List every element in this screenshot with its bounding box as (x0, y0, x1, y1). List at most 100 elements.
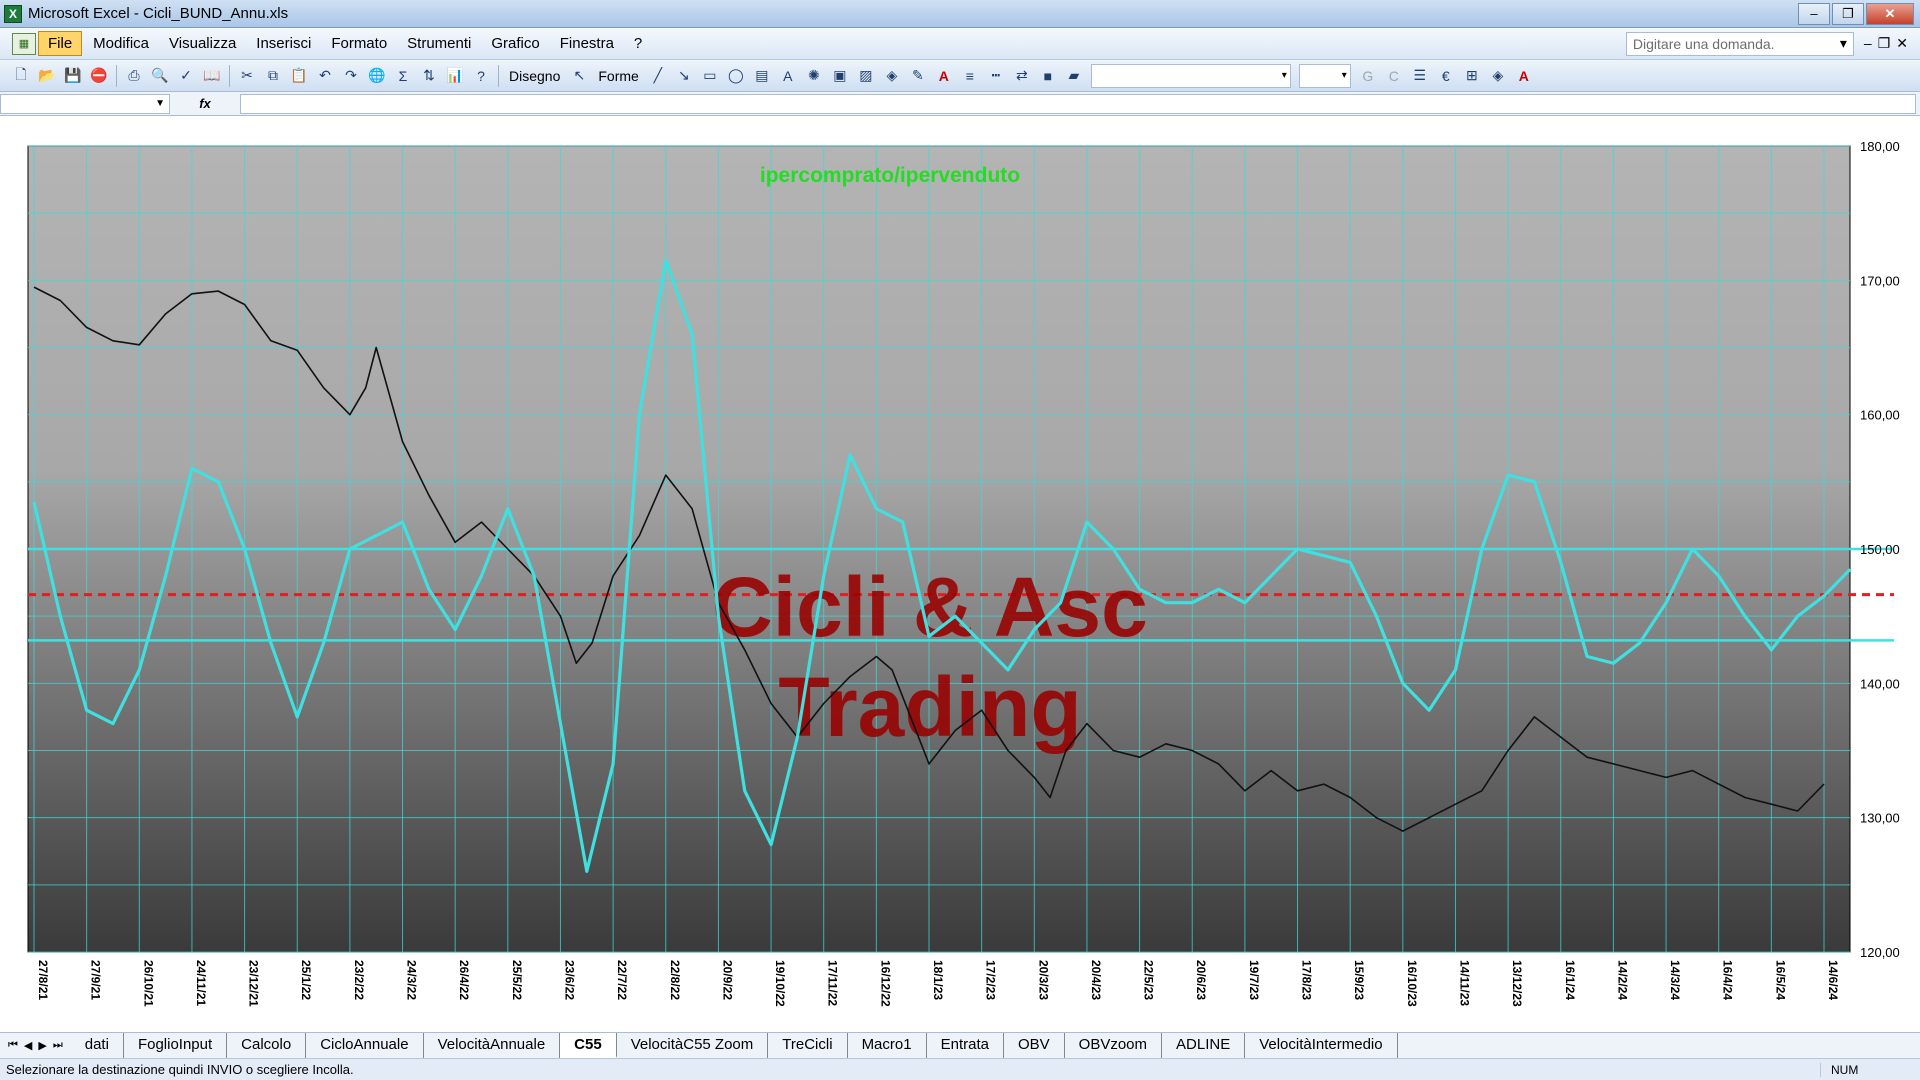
sheet-tab-0[interactable]: dati (71, 1033, 124, 1058)
italic-icon[interactable]: C (1383, 65, 1405, 87)
oval-icon[interactable]: ◯ (725, 65, 747, 87)
x-tick-label: 15/9/23 (1352, 960, 1366, 1000)
sheet-tab-7[interactable]: TreCicli (768, 1033, 848, 1058)
maximize-button[interactable]: ❐ (1832, 2, 1864, 25)
fx-icon[interactable]: fx (170, 96, 240, 111)
menu-file[interactable]: File (38, 31, 83, 56)
doc-close-icon[interactable]: ✕ (1896, 35, 1908, 52)
name-box[interactable]: ▼ (0, 93, 170, 114)
borders-icon[interactable]: ⊞ (1461, 65, 1483, 87)
autosum-icon[interactable]: Σ (392, 65, 414, 87)
diagram-icon[interactable]: ✺ (803, 65, 825, 87)
sheet-tab-4[interactable]: VelocitàAnnuale (424, 1033, 561, 1058)
spelling-icon[interactable]: ✓ (175, 65, 197, 87)
sort-icon[interactable]: ⇅ (418, 65, 440, 87)
doc-minimize-icon[interactable]: – (1864, 35, 1872, 52)
line-color-icon[interactable]: ✎ (907, 65, 929, 87)
x-tick-label: 20/6/23 (1194, 960, 1208, 1000)
formula-bar: ▼ fx (0, 92, 1920, 116)
sheet-tab-3[interactable]: CicloAnnuale (306, 1033, 424, 1058)
copy-icon[interactable]: ⧉ (262, 65, 284, 87)
standard-toolbar: 🗋 📂 💾 ⛔ ⎙ 🔍 ✓ 📖 ✂ ⧉ 📋 ↶ ↷ 🌐 Σ ⇅ 📊 ? Dise… (0, 60, 1920, 92)
sheet-tab-2[interactable]: Calcolo (227, 1033, 307, 1058)
picture-icon[interactable]: ▨ (855, 65, 877, 87)
print-preview-icon[interactable]: 🔍 (149, 65, 171, 87)
title-bar: X Microsoft Excel - Cicli_BUND_Annu.xls … (0, 0, 1920, 28)
euro-icon[interactable]: € (1435, 65, 1457, 87)
open-icon[interactable]: 📂 (36, 65, 58, 87)
menu-grafico[interactable]: Grafico (482, 32, 548, 55)
shadow-icon[interactable]: ■ (1037, 65, 1059, 87)
menu-visualizza[interactable]: Visualizza (160, 32, 245, 55)
sheet-tab-9[interactable]: Entrata (927, 1033, 1004, 1058)
menu-inserisci[interactable]: Inserisci (247, 32, 320, 55)
sheet-tab-11[interactable]: OBVzoom (1065, 1033, 1163, 1058)
help-icon[interactable]: ? (470, 65, 492, 87)
dash-style-icon[interactable]: ┅ (985, 65, 1007, 87)
new-icon[interactable]: 🗋 (10, 65, 32, 87)
font-size-combo[interactable]: ▾ (1298, 63, 1351, 88)
workbook-icon[interactable]: ▦ (12, 32, 36, 55)
cut-icon[interactable]: ✂ (236, 65, 258, 87)
y-axis: 120,00 130,00 140,00 150,00 160,00 170,00 180,… (1860, 139, 1900, 960)
undo-icon[interactable]: ↶ (314, 65, 336, 87)
sheet-tab-8[interactable]: Macro1 (848, 1033, 927, 1058)
x-tick-label: 22/7/22 (615, 960, 629, 1000)
next-sheet-icon[interactable]: ▶ (38, 1039, 46, 1052)
watermark-line-2: Trading (778, 660, 1081, 754)
sheet-tab-13[interactable]: VelocitàIntermedio (1245, 1033, 1398, 1058)
select-arrow-icon[interactable]: ↖ (568, 65, 590, 87)
line-icon[interactable]: ╱ (647, 65, 669, 87)
sheet-tab-1[interactable]: FoglioInput (124, 1033, 228, 1058)
excel-icon: X (4, 4, 22, 23)
menu-strumenti[interactable]: Strumenti (398, 32, 480, 55)
x-tick-label: 20/3/23 (1036, 960, 1050, 1000)
wordart-icon[interactable]: A (777, 65, 799, 87)
formula-input[interactable] (240, 93, 1916, 114)
minimize-button[interactable]: – (1798, 2, 1830, 25)
font-color-2-icon[interactable]: A (1513, 65, 1535, 87)
hyperlink-icon[interactable]: 🌐 (366, 65, 388, 87)
3d-icon[interactable]: ▰ (1063, 65, 1085, 87)
paste-icon[interactable]: 📋 (288, 65, 310, 87)
sheet-tab-10[interactable]: OBV (1004, 1033, 1065, 1058)
ask-question-input[interactable]: Digitare una domanda. ▾ (1625, 31, 1854, 56)
sheet-tab-12[interactable]: ADLINE (1162, 1033, 1246, 1058)
permission-icon[interactable]: ⛔ (88, 65, 110, 87)
fill-icon[interactable]: ◈ (1487, 65, 1509, 87)
font-color-icon[interactable]: A (933, 65, 955, 87)
x-tick-label: 19/10/22 (773, 960, 787, 1007)
rectangle-icon[interactable]: ▭ (699, 65, 721, 87)
chart-wizard-icon[interactable]: 📊 (444, 65, 466, 87)
textbox-icon[interactable]: ▤ (751, 65, 773, 87)
sheet-tab-5[interactable]: C55 (560, 1033, 617, 1058)
fill-color-icon[interactable]: ◈ (881, 65, 903, 87)
redo-icon[interactable]: ↷ (340, 65, 362, 87)
bold-icon[interactable]: G (1357, 65, 1379, 87)
research-icon[interactable]: 📖 (201, 65, 223, 87)
menu-help[interactable]: ? (625, 32, 651, 55)
menu-formato[interactable]: Formato (322, 32, 396, 55)
menu-modifica[interactable]: Modifica (84, 32, 158, 55)
x-tick-label: 23/12/21 (247, 960, 261, 1007)
line-style-icon[interactable]: ≡ (959, 65, 981, 87)
chevron-down-icon: ▼ (155, 98, 165, 109)
clipart-icon[interactable]: ▣ (829, 65, 851, 87)
arrow-icon[interactable]: ↘ (673, 65, 695, 87)
print-icon[interactable]: ⎙ (123, 65, 145, 87)
save-icon[interactable]: 💾 (62, 65, 84, 87)
arrow-style-icon[interactable]: ⇄ (1011, 65, 1033, 87)
last-sheet-icon[interactable]: ⏭ (53, 1039, 63, 1052)
font-name-combo[interactable]: ▾ (1090, 63, 1291, 88)
sheet-tab-6[interactable]: VelocitàC55 Zoom (617, 1033, 769, 1058)
first-sheet-icon[interactable]: ⏮ (8, 1039, 18, 1052)
menu-finestra[interactable]: Finestra (551, 32, 623, 55)
sheet-tabs-bar: ⏮ ◀ ▶ ⏭ dati FoglioInput Calcolo CicloAnnua… (0, 1032, 1920, 1058)
align-icon[interactable]: ☰ (1409, 65, 1431, 87)
forme-menu[interactable]: Forme (592, 68, 644, 84)
prev-sheet-icon[interactable]: ◀ (24, 1039, 32, 1052)
close-button[interactable]: ✕ (1866, 2, 1914, 25)
disegno-menu[interactable]: Disegno (503, 68, 566, 84)
chart[interactable]: Cicli & Asc Trading ipercomprato/iperven… (0, 116, 1920, 1032)
doc-restore-icon[interactable]: ❐ (1878, 35, 1891, 52)
